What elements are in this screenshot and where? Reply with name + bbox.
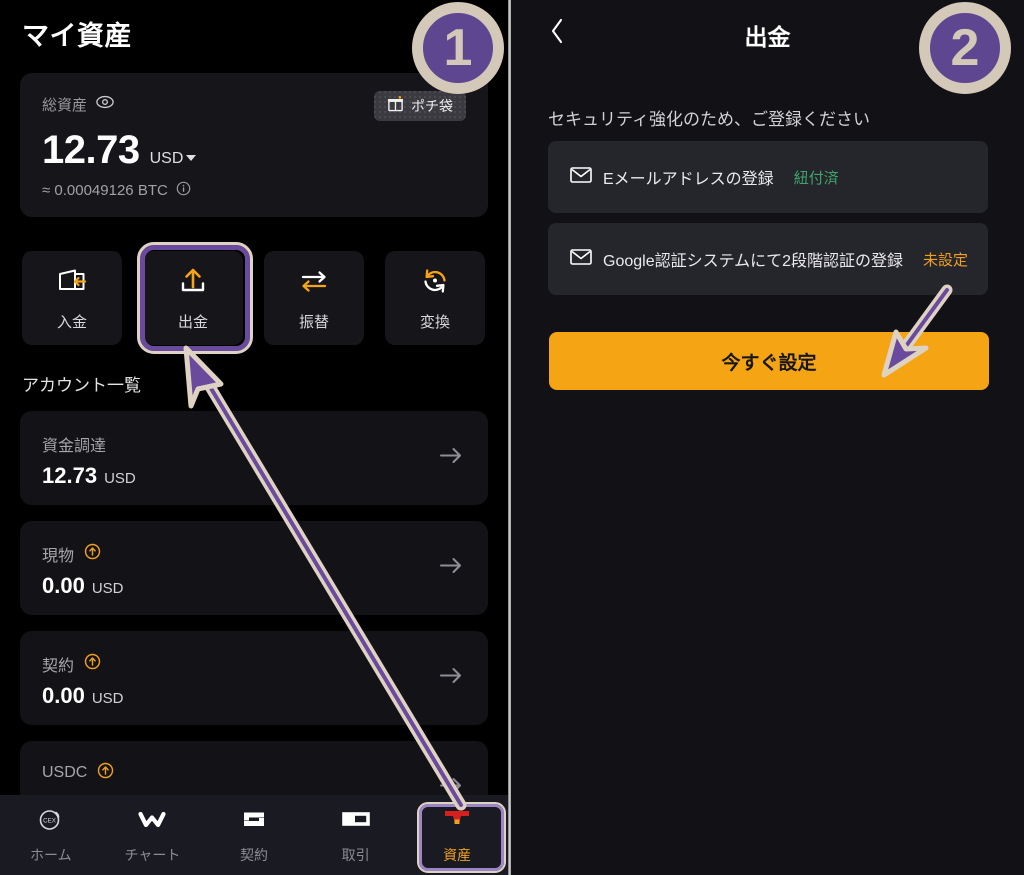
- info-circle-icon[interactable]: [176, 181, 191, 200]
- account-row-funding[interactable]: 資金調達 12.73 USD: [20, 411, 488, 505]
- account-list-heading: アカウント一覧: [22, 376, 141, 395]
- screenshot-root: マイ資産 総資産 ポチ袋 12.73 USD ≈ 0.00049126 BTC …: [0, 0, 1024, 875]
- account-list: 資金調達 12.73 USD 現物 0.00 USD 契約 0.00 USD U…: [20, 411, 488, 851]
- account-currency: USD: [91, 690, 124, 707]
- account-name: 契約: [42, 658, 75, 675]
- annotation-badge-1: 1: [412, 2, 504, 94]
- arrow-right-icon[interactable]: [438, 446, 464, 471]
- withdraw-subtitle: セキュリティ強化のため、ご登録ください: [548, 110, 870, 129]
- account-currency: USD: [91, 580, 124, 597]
- security-item-email-status: 紐付済: [793, 169, 839, 187]
- quick-actions-row: 入金 出金 振替 変換: [22, 251, 485, 345]
- setup-now-button[interactable]: 今すぐ設定: [549, 332, 989, 390]
- up-circle-icon: [97, 762, 114, 784]
- up-circle-icon: [84, 653, 101, 675]
- nav-item-chart[interactable]: チャート: [102, 795, 204, 875]
- nav-item-home[interactable]: CEX ホーム: [0, 795, 102, 875]
- nav-item-contract-label: 契約: [239, 846, 268, 863]
- my-assets-screen: マイ資産 総資産 ポチ袋 12.73 USD ≈ 0.00049126 BTC …: [0, 0, 508, 875]
- deposit-action-button[interactable]: 入金: [22, 251, 122, 345]
- security-item-email-inner: Eメールアドレスの登録 紐付済: [570, 165, 839, 189]
- nav-item-assets-label: 資産: [443, 846, 472, 863]
- account-name-row: 契約: [42, 652, 101, 676]
- trade-box-icon: [340, 806, 372, 837]
- account-name: USDC: [42, 764, 88, 781]
- account-name-row: USDC: [42, 762, 114, 784]
- gift-box-icon: [387, 95, 404, 117]
- nav-item-trade[interactable]: 取引: [305, 795, 407, 875]
- eye-icon[interactable]: [96, 95, 114, 114]
- balance-amount-row: 12.73 USD: [42, 128, 197, 173]
- page-title: マイ資産: [22, 21, 132, 51]
- nav-item-home-label: ホーム: [30, 846, 72, 863]
- account-name: 資金調達: [42, 438, 107, 455]
- convert-action-button[interactable]: 変換: [385, 251, 485, 345]
- balance-btc-text: ≈ 0.00049126 BTC: [42, 182, 168, 199]
- nav-item-assets[interactable]: 資産: [406, 795, 508, 875]
- balance-currency-selector[interactable]: USD: [150, 150, 197, 168]
- account-value: 0.00: [42, 683, 85, 708]
- account-row-spot[interactable]: 現物 0.00 USD: [20, 521, 488, 615]
- bottom-navigation-bar: CEX ホーム チャート 契約 取引 資産: [0, 795, 508, 875]
- arrow-right-icon[interactable]: [438, 666, 464, 691]
- svg-text:CEX: CEX: [43, 817, 56, 824]
- account-value-row: 12.73 USD: [42, 463, 136, 489]
- account-value-row: 0.00 USD: [42, 573, 124, 599]
- account-name: 現物: [42, 548, 75, 565]
- chevron-down-icon: [186, 155, 197, 161]
- pochi-bukuro-label: ポチ袋: [411, 98, 453, 114]
- withdraw-action-label: 出金: [177, 313, 208, 331]
- s-contract-icon: [240, 806, 268, 837]
- up-circle-icon: [84, 543, 101, 565]
- nav-item-contract[interactable]: 契約: [203, 795, 305, 875]
- withdraw-action-button[interactable]: 出金: [143, 251, 243, 345]
- upload-withdraw-icon: [176, 265, 210, 302]
- wallet-deposit-icon: [55, 265, 89, 302]
- deposit-action-label: 入金: [56, 313, 87, 331]
- assets-t-icon: [440, 806, 474, 837]
- pochi-bukuro-button[interactable]: ポチ袋: [374, 91, 466, 121]
- withdraw-screen: 出金 セキュリティ強化のため、ご登録ください Eメールアドレスの登録 紐付済 G…: [511, 0, 1024, 875]
- cex-circle-icon: CEX: [37, 806, 65, 837]
- convert-refresh-icon: [418, 265, 452, 302]
- security-item-2fa-label: Google認証システムにて2段階認証の登録: [603, 253, 904, 270]
- account-currency: USD: [104, 470, 136, 487]
- total-balance-label-row: 総資産: [42, 94, 114, 115]
- nav-item-chart-label: チャート: [124, 846, 181, 863]
- w-chart-icon: [137, 806, 167, 837]
- balance-amount: 12.73: [42, 128, 140, 172]
- account-row-contract[interactable]: 契約 0.00 USD: [20, 631, 488, 725]
- total-balance-card: 総資産 ポチ袋 12.73 USD ≈ 0.00049126 BTC: [20, 73, 488, 217]
- security-item-2fa-inner: Google認証システムにて2段階認証の登録 未設定: [570, 247, 968, 271]
- account-value: 12.73: [42, 463, 98, 488]
- account-name-row: 現物: [42, 542, 101, 566]
- mail-icon: [570, 166, 592, 189]
- annotation-badge-2: 2: [919, 2, 1011, 94]
- nav-item-trade-label: 取引: [341, 846, 370, 863]
- account-value-row: 0.00 USD: [42, 683, 124, 709]
- balance-currency-label: USD: [149, 150, 184, 167]
- account-name-row: 資金調達: [42, 432, 106, 456]
- account-value: 0.00: [42, 573, 85, 598]
- security-item-2fa[interactable]: Google認証システムにて2段階認証の登録 未設定: [548, 223, 988, 295]
- security-item-email[interactable]: Eメールアドレスの登録 紐付済: [548, 141, 988, 213]
- security-item-2fa-status: 未設定: [923, 251, 969, 269]
- total-balance-label: 総資産: [42, 97, 88, 114]
- transfer-arrows-icon: [297, 265, 331, 302]
- balance-btc-row: ≈ 0.00049126 BTC: [42, 181, 191, 200]
- mail-icon: [570, 248, 592, 271]
- security-item-email-label: Eメールアドレスの登録: [603, 171, 774, 188]
- transfer-action-button[interactable]: 振替: [264, 251, 364, 345]
- arrow-right-icon[interactable]: [438, 556, 464, 581]
- convert-action-label: 変換: [419, 313, 450, 331]
- transfer-action-label: 振替: [298, 313, 329, 331]
